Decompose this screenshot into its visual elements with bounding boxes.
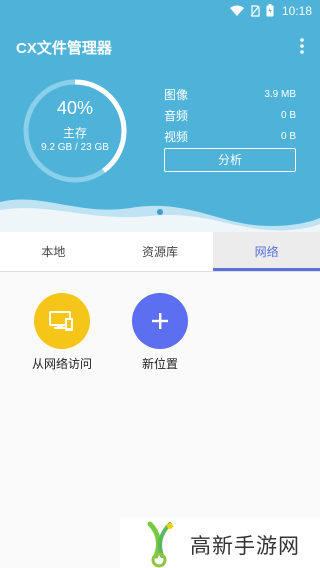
- remote-access-icon: [49, 311, 73, 331]
- storage-header: 10:18 CX文件管理器 40% 主存 9.2 GB / 23 GB 图像 3…: [0, 0, 320, 232]
- battery-icon: [266, 4, 274, 17]
- stat-row-video: 视频 0 B: [164, 126, 296, 147]
- plus-icon: [152, 313, 168, 329]
- stat-label: 图像: [164, 88, 189, 102]
- remote-access-label: 从网络访问: [31, 357, 92, 371]
- wave-decoration: [0, 199, 320, 232]
- stat-value: 3.9 MB: [264, 89, 296, 100]
- media-stats: 图像 3.9 MB 音频 0 B 视频 0 B: [164, 84, 296, 147]
- wifi-icon: [230, 5, 244, 16]
- storage-ring-text: 40% 主存 9.2 GB / 23 GB: [20, 76, 130, 186]
- stat-row-images: 图像 3.9 MB: [164, 84, 296, 105]
- more-options-icon[interactable]: [294, 36, 310, 56]
- new-location-item[interactable]: 新位置: [120, 293, 200, 372]
- stat-row-audio: 音频 0 B: [164, 105, 296, 126]
- storage-percent: 40%: [56, 98, 94, 118]
- tab-network[interactable]: 网络: [213, 232, 320, 271]
- new-location-label: 新位置: [141, 357, 178, 371]
- status-icons: [230, 4, 274, 17]
- remote-access-item[interactable]: 从网络访问: [22, 293, 102, 372]
- tab-library[interactable]: 资源库: [107, 232, 214, 271]
- page-indicator-dot: [157, 209, 163, 215]
- status-time: 10:18: [281, 4, 312, 18]
- stat-label: 音频: [164, 109, 189, 123]
- status-bar: 10:18: [0, 0, 320, 24]
- storage-label: 主存: [62, 126, 87, 140]
- watermark-logo-icon: [147, 521, 173, 568]
- app-title: CX文件管理器: [16, 40, 112, 57]
- remote-access-button[interactable]: [34, 293, 90, 349]
- new-location-button[interactable]: [132, 293, 188, 349]
- stat-label: 视频: [164, 130, 189, 144]
- tab-local[interactable]: 本地: [0, 232, 107, 271]
- storage-size: 9.2 GB / 23 GB: [41, 142, 109, 153]
- stat-value: 0 B: [280, 110, 296, 121]
- stat-value: 0 B: [280, 131, 296, 142]
- analyze-button[interactable]: 分析: [164, 148, 296, 172]
- watermark-text: 高新手游网: [190, 534, 300, 558]
- tab-bar: 本地 资源库 网络: [0, 232, 320, 272]
- watermark: 高新手游网: [120, 518, 320, 568]
- no-sim-icon: [250, 4, 260, 17]
